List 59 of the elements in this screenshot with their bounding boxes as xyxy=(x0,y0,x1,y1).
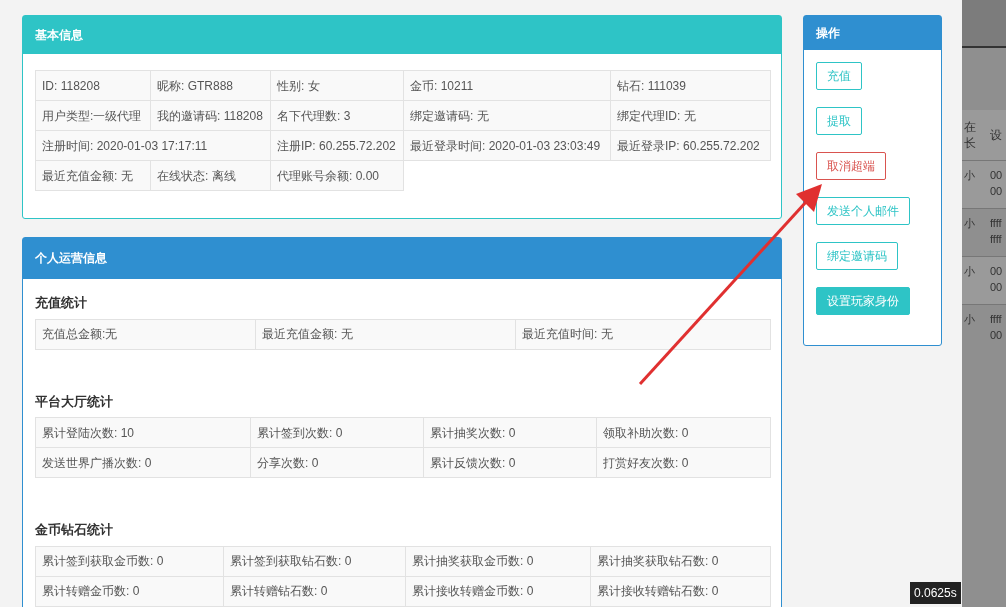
table-cell: 累计签到获取金币数: 0 xyxy=(35,546,224,576)
table-cell: 最近充值时间: 无 xyxy=(515,319,771,349)
table-cell: 性别: 女 xyxy=(270,70,404,101)
table-cell: 注册时间: 2020-01-03 17:17:11 xyxy=(35,130,271,161)
table-cell: 累计抽奖次数: 0 xyxy=(423,417,597,448)
table-cell: 绑定代理ID: 无 xyxy=(610,100,771,131)
table-cell: 名下代理数: 3 xyxy=(270,100,404,131)
table-cell-text: 00 00 xyxy=(989,168,1004,199)
action-button[interactable]: 提取 xyxy=(816,107,862,135)
table-cell-text: 小 xyxy=(963,168,976,183)
section-heading: 充值统计 xyxy=(35,294,88,312)
table-cell: 用户类型:一级代理 xyxy=(35,100,151,131)
table-cell: 领取补助次数: 0 xyxy=(596,417,771,448)
action-button[interactable]: 设置玩家身份 xyxy=(816,287,910,315)
panel-title: 操作 xyxy=(804,16,941,50)
table-cell: 打赏好友次数: 0 xyxy=(596,447,771,478)
table-cell-text: ffff 00 xyxy=(989,312,1004,343)
table-cell: 钻石: 111039 xyxy=(610,70,771,101)
table-cell: 昵称: GTR888 xyxy=(150,70,271,101)
table-cell-text: 00 00 xyxy=(989,264,1004,295)
table-cell: 注册IP: 60.255.72.202 xyxy=(270,130,404,161)
table-cell-text: 小 xyxy=(963,264,976,279)
table-cell: 累计抽奖获取钻石数: 0 xyxy=(590,546,771,576)
column-header: 在长 xyxy=(963,119,977,151)
action-button[interactable]: 绑定邀请码 xyxy=(816,242,898,270)
section-heading: 平台大厅统计 xyxy=(35,392,114,411)
table-cell-text: 小 xyxy=(963,312,976,327)
table-cell: 累计转赠金币数: 0 xyxy=(35,576,224,606)
table-cell: 分享次数: 0 xyxy=(250,447,424,478)
table-cell: 我的邀请码: 118208 xyxy=(150,100,271,131)
panel-title: 基本信息 xyxy=(23,16,781,54)
column-header: 设 xyxy=(989,127,1002,144)
table-cell: 最近充值金额: 无 xyxy=(35,160,151,191)
table-cell: 金币: 10211 xyxy=(403,70,611,101)
table-cell: 最近登录时间: 2020-01-03 23:03:49 xyxy=(403,130,611,161)
table-cell: 累计签到获取钻石数: 0 xyxy=(223,546,406,576)
table-cell: 代理账号余额: 0.00 xyxy=(270,160,404,191)
timer-badge: 0.0625s xyxy=(910,582,961,604)
table-cell: 累计登陆次数: 10 xyxy=(35,417,251,448)
panel-title: 个人运营信息 xyxy=(23,238,781,279)
table-cell-text: ffff ffff xyxy=(989,216,1003,247)
table-cell: 充值总金额:无 xyxy=(35,319,256,349)
table-cell: 累计抽奖获取金币数: 0 xyxy=(405,546,591,576)
table-cell-text: 小 xyxy=(963,216,976,231)
table-cell: 最近登录IP: 60.255.72.202 xyxy=(610,130,771,161)
table-cell: 累计接收转赠金币数: 0 xyxy=(405,576,591,606)
table-cell: 累计反馈次数: 0 xyxy=(423,447,597,478)
action-button[interactable]: 发送个人邮件 xyxy=(816,197,910,225)
table-cell: 在线状态: 离线 xyxy=(150,160,271,191)
table-cell: 累计转赠钻石数: 0 xyxy=(223,576,406,606)
table-cell: 绑定邀请码: 无 xyxy=(403,100,611,131)
action-button[interactable]: 取消超端 xyxy=(816,152,886,180)
table-cell: 累计签到次数: 0 xyxy=(250,417,424,448)
table-cell: ID: 118208 xyxy=(35,70,151,101)
section-heading: 金币钻石统计 xyxy=(35,521,114,539)
action-button[interactable]: 充值 xyxy=(816,62,862,90)
table-cell: 最近充值金额: 无 xyxy=(255,319,516,349)
table-cell: 累计接收转赠钻石数: 0 xyxy=(590,576,771,606)
table-cell: 发送世界广播次数: 0 xyxy=(35,447,251,478)
